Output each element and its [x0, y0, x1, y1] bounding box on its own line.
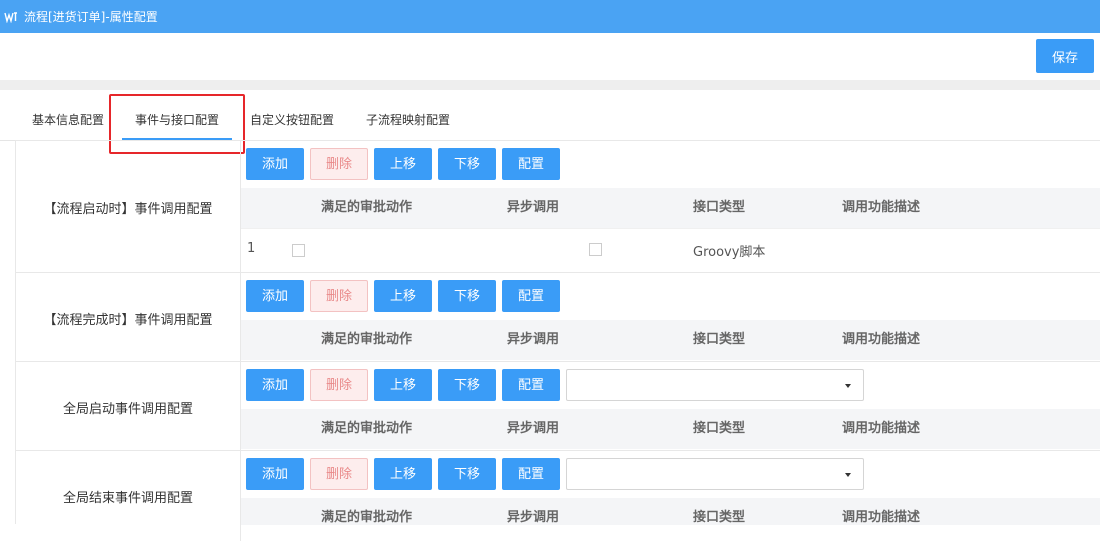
- move-up-button[interactable]: 上移: [374, 148, 432, 180]
- caret-down-icon: [845, 384, 851, 388]
- section-global-start: 全局启动事件调用配置 添加 删除 上移 下移 配置 满足的审批动作 异步调用 接…: [15, 361, 1100, 452]
- section-process-start: 【流程启动时】事件调用配置 添加 删除 上移 下移 配置 满足的审批动作 异步调…: [15, 140, 1100, 273]
- add-button[interactable]: 添加: [246, 148, 304, 180]
- config-button[interactable]: 配置: [502, 369, 560, 401]
- col-description: 调用功能描述: [842, 421, 921, 436]
- delete-button[interactable]: 删除: [310, 280, 368, 312]
- move-up-button[interactable]: 上移: [374, 280, 432, 312]
- config-button[interactable]: 配置: [502, 458, 560, 490]
- config-button[interactable]: 配置: [502, 280, 560, 312]
- move-down-button[interactable]: 下移: [438, 148, 496, 180]
- delete-button[interactable]: 删除: [310, 369, 368, 401]
- table-header: 满足的审批动作 异步调用 接口类型 调用功能描述: [241, 320, 1100, 360]
- delete-button[interactable]: 删除: [310, 458, 368, 490]
- col-interface-type: 接口类型: [693, 200, 746, 215]
- section-label: 全局启动事件调用配置: [16, 362, 241, 452]
- caret-down-icon: [845, 473, 851, 477]
- row-index: 1: [247, 241, 256, 256]
- col-approval-action: 满足的审批动作: [321, 421, 413, 436]
- move-down-button[interactable]: 下移: [438, 369, 496, 401]
- move-up-button[interactable]: 上移: [374, 458, 432, 490]
- col-interface-type: 接口类型: [693, 510, 746, 525]
- section-label: 【流程完成时】事件调用配置: [16, 273, 241, 363]
- title-bar: 流程[进货订单]-属性配置: [0, 0, 1100, 33]
- workflow-icon: [4, 11, 17, 23]
- toolbar: 保存: [0, 33, 1100, 80]
- table-row[interactable]: 1 Groovy脚本: [241, 228, 1100, 271]
- add-button[interactable]: 添加: [246, 280, 304, 312]
- col-async: 异步调用: [507, 510, 560, 525]
- col-approval-action: 满足的审批动作: [321, 332, 413, 347]
- section-label: 全局结束事件调用配置: [16, 451, 241, 541]
- tab-custom-buttons[interactable]: 自定义按钮配置: [250, 102, 334, 138]
- config-button[interactable]: 配置: [502, 148, 560, 180]
- col-description: 调用功能描述: [842, 510, 921, 525]
- window-title: 流程[进货订单]-属性配置: [24, 10, 158, 24]
- col-async: 异步调用: [507, 421, 560, 436]
- save-button[interactable]: 保存: [1036, 39, 1094, 73]
- col-interface-type: 接口类型: [693, 421, 746, 436]
- table-header: 满足的审批动作 异步调用 接口类型 调用功能描述: [241, 498, 1100, 525]
- section-label: 【流程启动时】事件调用配置: [16, 141, 241, 273]
- table-header: 满足的审批动作 异步调用 接口类型 调用功能描述: [241, 188, 1100, 228]
- move-down-button[interactable]: 下移: [438, 458, 496, 490]
- col-interface-type: 接口类型: [693, 332, 746, 347]
- section-process-complete: 【流程完成时】事件调用配置 添加 删除 上移 下移 配置 满足的审批动作 异步调…: [15, 272, 1100, 363]
- col-async: 异步调用: [507, 200, 560, 215]
- add-button[interactable]: 添加: [246, 369, 304, 401]
- move-up-button[interactable]: 上移: [374, 369, 432, 401]
- col-description: 调用功能描述: [842, 332, 921, 347]
- col-approval-action: 满足的审批动作: [321, 510, 413, 525]
- async-checkbox[interactable]: [589, 243, 602, 256]
- col-description: 调用功能描述: [842, 200, 921, 215]
- col-async: 异步调用: [507, 332, 560, 347]
- tab-basic-info[interactable]: 基本信息配置: [32, 102, 104, 138]
- interface-type-value: Groovy脚本: [693, 245, 766, 260]
- global-start-select[interactable]: [566, 369, 864, 401]
- table-header: 满足的审批动作 异步调用 接口类型 调用功能描述: [241, 409, 1100, 449]
- delete-button[interactable]: 删除: [310, 148, 368, 180]
- global-end-select[interactable]: [566, 458, 864, 490]
- col-approval-action: 满足的审批动作: [321, 200, 413, 215]
- divider: [0, 80, 1100, 90]
- tab-subprocess-mapping[interactable]: 子流程映射配置: [366, 102, 450, 138]
- move-down-button[interactable]: 下移: [438, 280, 496, 312]
- section-global-end: 全局结束事件调用配置 添加 删除 上移 下移 配置 满足的审批动作 异步调用 接…: [15, 450, 1100, 541]
- add-button[interactable]: 添加: [246, 458, 304, 490]
- approval-action-checkbox[interactable]: [292, 244, 305, 257]
